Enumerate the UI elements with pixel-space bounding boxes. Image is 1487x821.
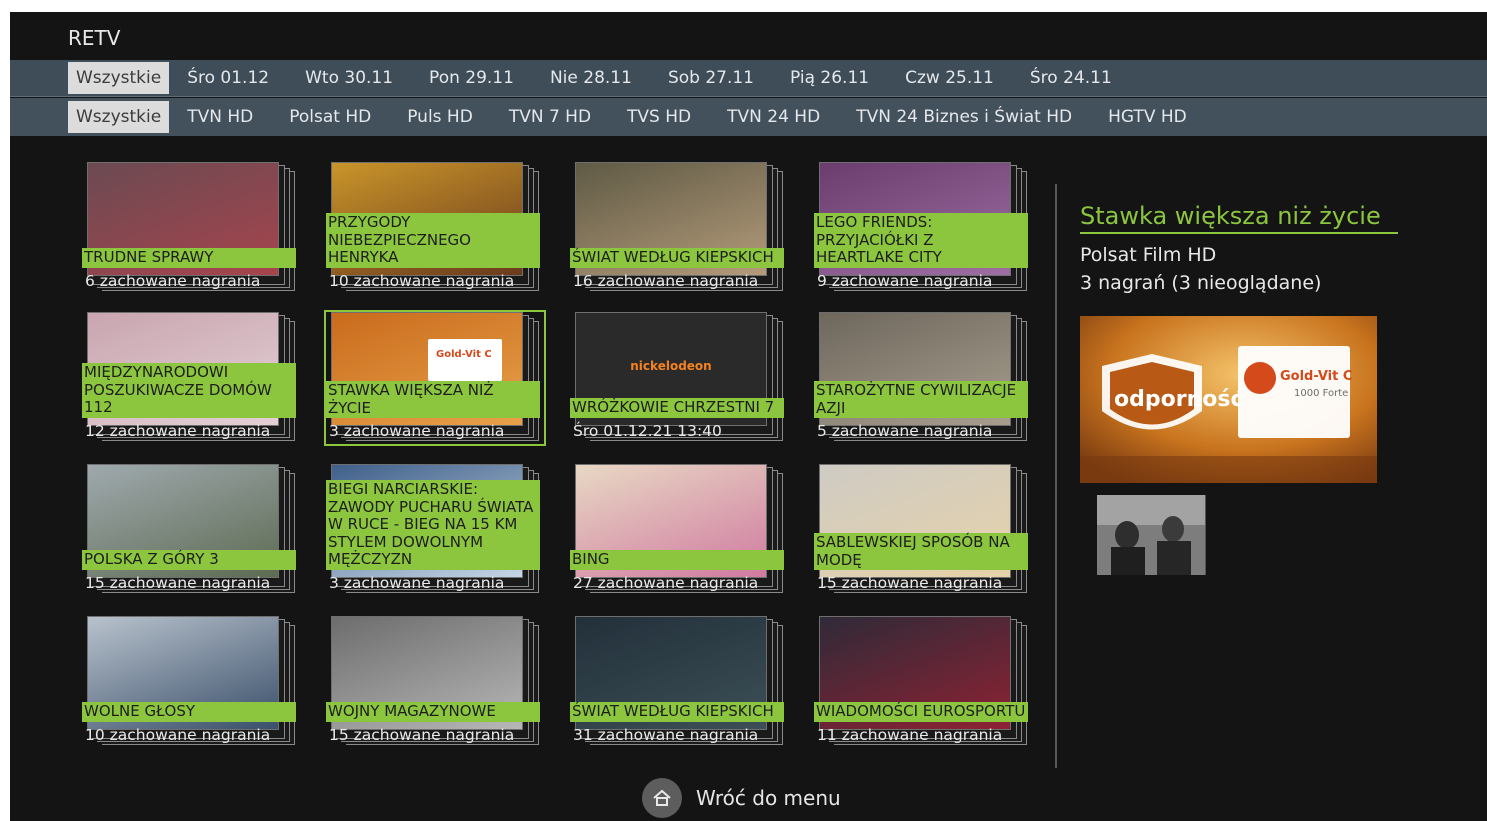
recording-tile[interactable]: ŚWIAT WEDŁUG KIEPSKICH 16 zachowane nagra… [570,162,788,294]
recording-count: 3 zachowane nagrania [329,574,505,592]
date-filter-bar: Wszystkie Śro 01.12 Wto 30.11 Pon 29.11 Nie … [10,60,1487,97]
recording-tile[interactable]: nickelodeon WRÓŻKOWIE CHRZESTNI 7 Śro 01.1… [570,312,788,444]
channel-tab-0[interactable]: Wszystkie [68,101,170,133]
channel-tab-1[interactable]: TVN HD [169,101,271,133]
date-tab-0[interactable]: Wszystkie [68,62,170,94]
channel-tab-6[interactable]: TVN 24 HD [709,101,838,133]
nickelodeon-logo: nickelodeon [630,359,712,373]
recording-title: ŚWIAT WEDŁUG KIEPSKICH [570,702,784,722]
back-to-menu-label: Wróć do menu [696,786,841,810]
recording-title: BIEGI NARCIARSKIE: ZAWODY PUCHARU ŚWIATA… [326,480,540,570]
recording-count: 6 zachowane nagrania [85,272,261,290]
recording-tile[interactable]: MIĘDZYNARODOWI POSZUKIWACZE DOMÓW 112 12 … [82,312,300,444]
back-to-menu-button[interactable]: Wróć do menu [642,778,841,818]
date-tab-2[interactable]: Wto 30.11 [287,62,411,94]
recording-count: 9 zachowane nagrania [817,272,993,290]
recording-tile[interactable]: Gold-Vit C STAWKA WIĘKSZA NIŻ ŻYCIE 3 zach… [324,310,546,446]
recording-count: 10 zachowane nagrania [329,272,515,290]
channel-tab-8[interactable]: HGTV HD [1090,101,1205,133]
product-box [428,339,502,381]
panel-divider [1055,184,1057,768]
recording-title: STAROŻYTNE CYWILIZACJE AZJI [814,381,1028,418]
detail-recordings-count: 3 nagrań (3 nieoglądane) [1080,272,1322,294]
recording-title: STAWKA WIĘKSZA NIŻ ŻYCIE [326,381,540,418]
preview-product-text: Gold-Vit C [1280,369,1352,384]
recording-count: 15 zachowane nagrania [329,726,515,744]
recording-tile[interactable]: BING 27 zachowane nagrania [570,464,788,596]
detail-preview-image: odporność Gold-Vit C 1000 Forte [1080,316,1377,483]
recording-tile[interactable]: BIEGI NARCIARSKIE: ZAWODY PUCHARU ŚWIATA… [326,464,544,596]
recording-count: 10 zachowane nagrania [85,726,271,744]
detail-channel: Polsat Film HD [1080,244,1217,266]
recording-count: 15 zachowane nagrania [817,574,1003,592]
recording-title: POLSKA Z GÓRY 3 [82,550,296,570]
recording-tile[interactable]: POLSKA Z GÓRY 3 15 zachowane nagrania [82,464,300,596]
date-tab-1[interactable]: Śro 01.12 [169,62,287,94]
tile-product-text: Gold-Vit C [436,349,492,360]
recording-title: WRÓŻKOWIE CHRZESTNI 7 [570,398,784,418]
channel-tab-7[interactable]: TVN 24 Biznes i Świat HD [838,101,1090,133]
recording-tile[interactable]: WOJNY MAGAZYNOWE 15 zachowane nagrania [326,616,544,748]
recording-count: 3 zachowane nagrania [329,422,505,440]
recording-title: PRZYGODY NIEBEZPIECZNEGO HENRYKA [326,213,540,268]
preview-brand-text: odporność [1114,387,1244,412]
channel-tab-5[interactable]: TVS HD [609,101,709,133]
channel-filter-bar: Wszystkie TVN HD Polsat HD Puls HD TVN 7 HD T… [10,98,1487,136]
detail-scene-thumbnail [1097,495,1206,575]
recording-count: 15 zachowane nagrania [85,574,271,592]
date-tab-5[interactable]: Sob 27.11 [650,62,772,94]
recording-count: 5 zachowane nagrania [817,422,993,440]
channel-tab-4[interactable]: TVN 7 HD [491,101,609,133]
home-icon [642,778,682,818]
recording-count: 11 zachowane nagrania [817,726,1003,744]
recording-tile[interactable]: WOLNE GŁOSY 10 zachowane nagrania [82,616,300,748]
channel-tab-2[interactable]: Polsat HD [271,101,389,133]
recording-count: 27 zachowane nagrania [573,574,759,592]
recording-title: SABLEWSKIEJ SPOSÓB NA MODĘ [814,533,1028,570]
recording-title: LEGO FRIENDS: PRZYJACIÓŁKI Z HEARTLAKE C… [814,213,1028,268]
recording-title: BING [570,550,784,570]
recording-count: 31 zachowane nagrania [573,726,759,744]
detail-title: Stawka większa niż życie [1080,202,1398,234]
recording-count: Śro 01.12.21 13:40 [573,422,722,440]
recording-title: MIĘDZYNARODOWI POSZUKIWACZE DOMÓW 112 [82,363,296,418]
recording-title: WOJNY MAGAZYNOWE [326,702,540,722]
date-tab-7[interactable]: Czw 25.11 [887,62,1012,94]
tv-screen: RETV Wszystkie Śro 01.12 Wto 30.11 Pon 29.1… [10,12,1487,821]
recording-tile[interactable]: STAROŻYTNE CYWILIZACJE AZJI 5 zachowane n… [814,312,1032,444]
date-tab-3[interactable]: Pon 29.11 [411,62,532,94]
date-tab-8[interactable]: Śro 24.11 [1012,62,1130,94]
recording-title: TRUDNE SPRAWY [82,248,296,268]
channel-tab-3[interactable]: Puls HD [389,101,491,133]
app-title: RETV [68,26,121,50]
recording-tile[interactable]: TRUDNE SPRAWY 6 zachowane nagrania [82,162,300,294]
recording-tile[interactable]: WIADOMOŚCI EUROSPORTU 11 zachowane nagran… [814,616,1032,748]
recording-count: 16 zachowane nagrania [573,272,759,290]
date-tab-6[interactable]: Pią 26.11 [772,62,887,94]
recording-tile[interactable]: SABLEWSKIEJ SPOSÓB NA MODĘ 15 zachowane n… [814,464,1032,596]
recording-title: WOLNE GŁOSY [82,702,296,722]
date-tab-4[interactable]: Nie 28.11 [532,62,650,94]
recording-tile[interactable]: PRZYGODY NIEBEZPIECZNEGO HENRYKA 10 zacho… [326,162,544,294]
recording-title: WIADOMOŚCI EUROSPORTU [814,702,1028,722]
recording-tile[interactable]: ŚWIAT WEDŁUG KIEPSKICH 31 zachowane nagra… [570,616,788,748]
recording-count: 12 zachowane nagrania [85,422,271,440]
preview-strength-text: 1000 Forte [1294,388,1348,399]
recording-tile[interactable]: LEGO FRIENDS: PRZYJACIÓŁKI Z HEARTLAKE C… [814,162,1032,294]
recording-title: ŚWIAT WEDŁUG KIEPSKICH [570,248,784,268]
